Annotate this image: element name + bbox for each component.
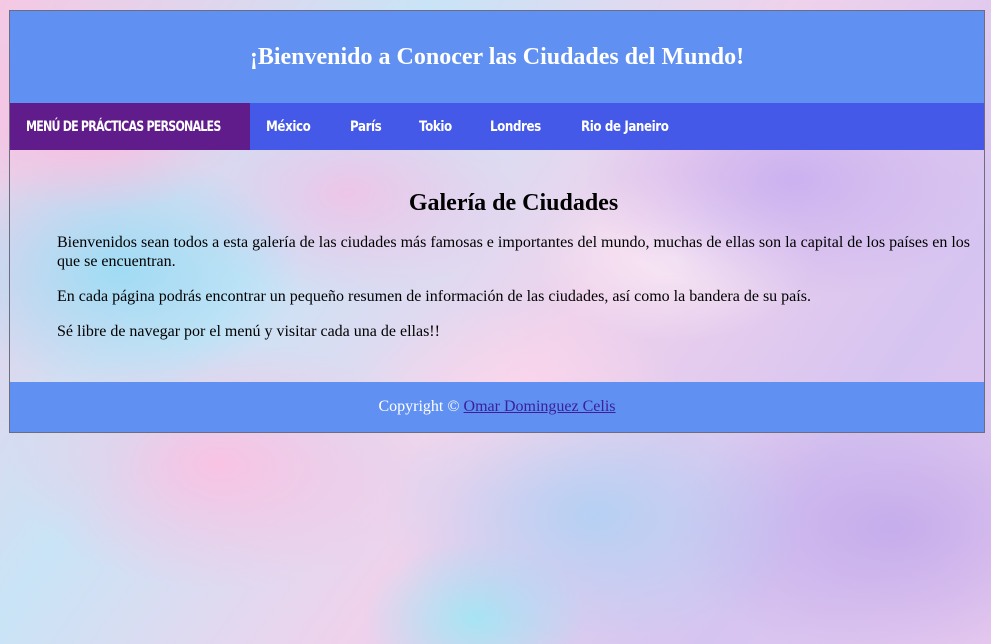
copyright-text: Copyright ©: [378, 398, 460, 415]
nav-links: México París Tokio Londres Rio de Janeir…: [250, 103, 700, 150]
nav-link-mexico[interactable]: México: [250, 103, 334, 150]
nav-link-rio-de-janeiro[interactable]: Rio de Janeiro: [565, 103, 700, 150]
main-content: Galería de Ciudades Bienvenidos sean tod…: [10, 150, 984, 382]
section-heading: Galería de Ciudades: [408, 190, 619, 216]
nav-link-label: México: [266, 118, 311, 135]
nav-link-londres[interactable]: Londres: [474, 103, 566, 150]
nav-link-label: Londres: [489, 118, 541, 135]
nav-link-label: Rio de Janeiro: [581, 118, 669, 135]
main-nav: MENÚ DE PRÁCTICAS PERSONALES México Parí…: [10, 103, 984, 150]
page-title: ¡Bienvenido a Conocer las Ciudades del M…: [249, 43, 745, 70]
author-link[interactable]: Omar Dominguez Celis: [464, 398, 616, 416]
page-container: ¡Bienvenido a Conocer las Ciudades del M…: [9, 10, 985, 433]
nav-link-paris[interactable]: París: [334, 103, 403, 150]
nav-link-label: París: [350, 118, 382, 135]
navigate-paragraph: Sé libre de navegar por el menú y visita…: [57, 323, 440, 340]
nav-link-label: Tokio: [419, 118, 452, 135]
site-footer: Copyright © Omar Dominguez Celis: [10, 382, 984, 432]
site-header: ¡Bienvenido a Conocer las Ciudades del M…: [10, 11, 984, 103]
intro-paragraph: Bienvenidos sean todos a esta galería de…: [57, 234, 970, 270]
nav-menu-brand-label: MENÚ DE PRÁCTICAS PERSONALES: [26, 118, 221, 135]
nav-menu-brand[interactable]: MENÚ DE PRÁCTICAS PERSONALES: [10, 103, 250, 150]
info-paragraph: En cada página podrás encontrar un peque…: [57, 288, 811, 305]
nav-link-tokio[interactable]: Tokio: [403, 103, 474, 150]
